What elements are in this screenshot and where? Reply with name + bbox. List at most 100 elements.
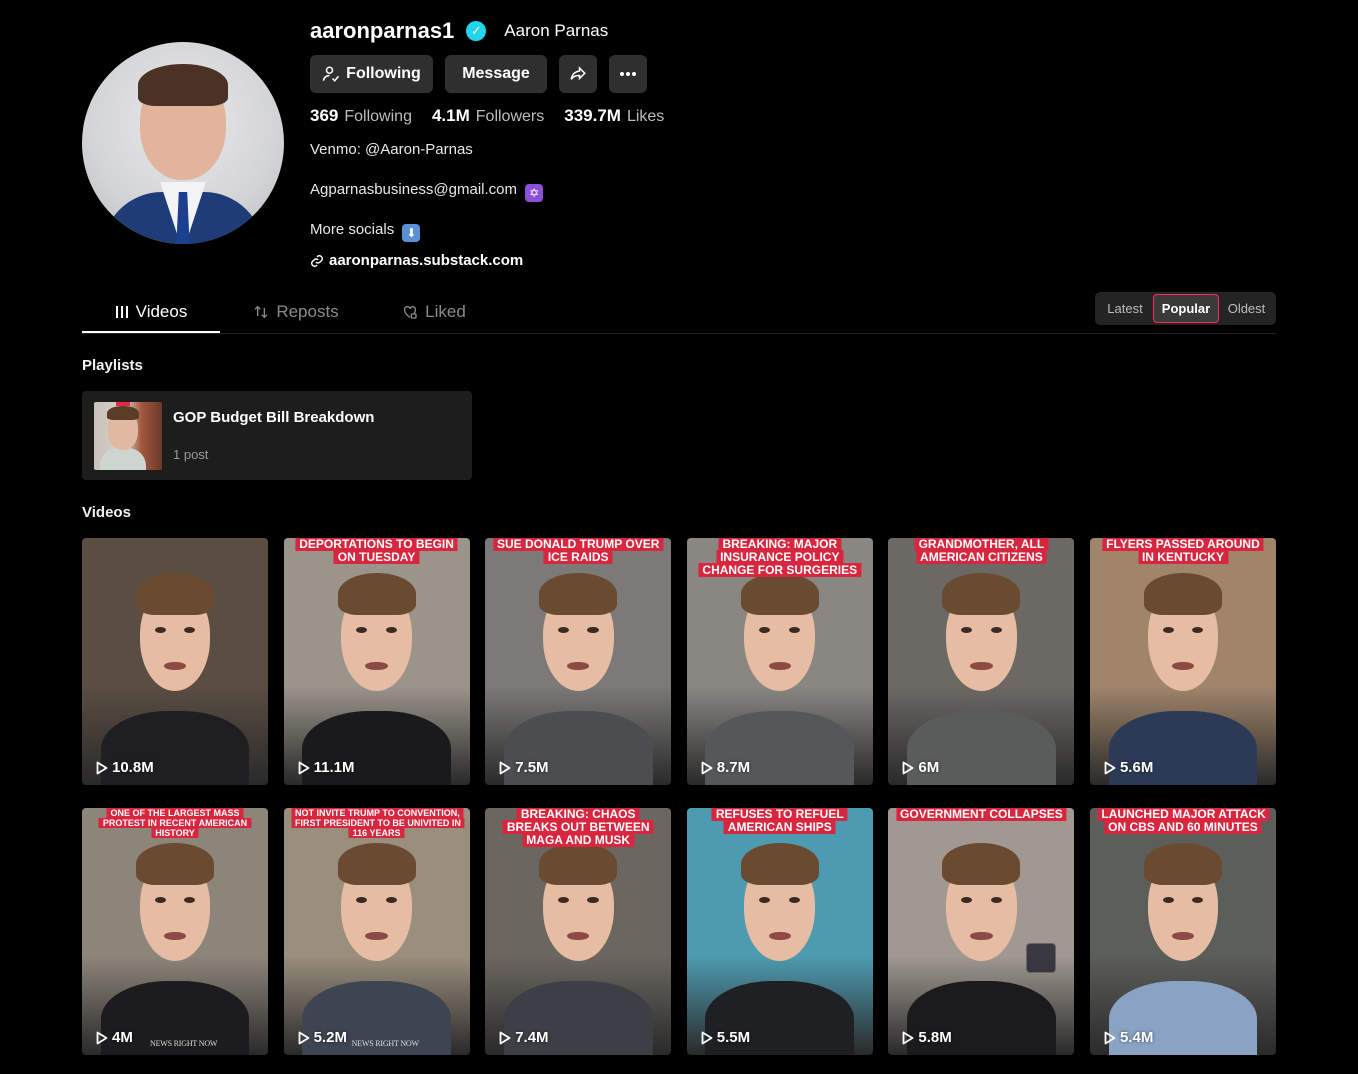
- play-icon: [499, 761, 511, 774]
- profile-link-text: aaronparnas.substack.com: [329, 252, 524, 269]
- followers-stat[interactable]: 4.1M Followers: [432, 106, 544, 126]
- following-stat[interactable]: 369 Following: [310, 106, 412, 126]
- video-watermark: NEWS RIGHT NOW: [351, 1039, 419, 1048]
- videos-heading: Videos: [82, 504, 131, 521]
- video-views: 7.5M: [499, 759, 549, 776]
- username: aaronparnas1: [310, 18, 455, 43]
- repost-icon: [254, 305, 268, 319]
- video-view-count: 4M: [112, 1029, 133, 1046]
- share-button[interactable]: [559, 55, 597, 93]
- tab-videos-label: Videos: [135, 301, 188, 321]
- overlay-badge-icon: [1026, 943, 1057, 973]
- video-views: 10.8M: [96, 759, 154, 776]
- down-arrow-icon: ⬇: [402, 224, 421, 242]
- sort-selector: Latest Popular Oldest: [1095, 292, 1276, 325]
- video-caption: LAUNCHED MAJOR ATTACK ON CBS AND 60 MINU…: [1097, 808, 1270, 834]
- followers-count: 4.1M: [431, 106, 470, 125]
- more-button[interactable]: [609, 55, 647, 93]
- playlist-count: 1 post: [173, 447, 209, 462]
- video-view-count: 5.5M: [716, 1029, 751, 1046]
- tab-reposts[interactable]: Reposts: [240, 292, 352, 332]
- video-caption: NOT INVITE TRUMP TO CONVENTION, FIRST PR…: [291, 808, 465, 838]
- video-card[interactable]: GOVERNMENT COLLAPSES 5.8M: [888, 808, 1075, 1055]
- likes-stat: 339.7M Likes: [564, 106, 664, 126]
- playlists-heading: Playlists: [82, 357, 143, 374]
- profile-name-row: aaronparnas1 ✓ Aaron Parnas: [310, 16, 608, 46]
- play-icon: [902, 1031, 914, 1044]
- video-card[interactable]: NOT INVITE TRUMP TO CONVENTION, FIRST PR…: [283, 808, 470, 1055]
- video-caption: SUE DONALD TRUMP OVER ICE RAIDS: [492, 538, 664, 564]
- video-watermark: NEWS RIGHT NOW: [150, 1039, 218, 1048]
- video-views: 4M: [96, 1029, 133, 1046]
- profile-actions: Following Message: [310, 55, 647, 93]
- video-caption: GOVERNMENT COLLAPSES: [896, 808, 1067, 821]
- video-view-count: 6M: [918, 759, 940, 776]
- grid-bars-icon: [115, 305, 128, 318]
- video-card[interactable]: REFUSES TO REFUEL AMERICAN SHIPS 5.5M: [686, 808, 873, 1055]
- likes-stat-label: Likes: [626, 108, 665, 125]
- video-views: 5.2M: [298, 1029, 347, 1046]
- sort-oldest[interactable]: Oldest: [1219, 294, 1274, 323]
- playlist-title: GOP Budget Bill Breakdown: [173, 409, 375, 426]
- sort-popular[interactable]: Popular: [1153, 294, 1219, 323]
- message-button[interactable]: Message: [445, 55, 547, 93]
- video-view-count: 5.4M: [1119, 1029, 1154, 1046]
- tab-liked-label: Liked: [425, 302, 466, 321]
- star-of-david-icon: ✡: [525, 184, 544, 202]
- video-view-count: 5.6M: [1119, 759, 1154, 776]
- video-views: 6M: [902, 759, 939, 776]
- video-view-count: 8.7M: [716, 759, 751, 776]
- video-view-count: 5.2M: [313, 1029, 347, 1046]
- video-views: 5.4M: [1104, 1029, 1153, 1046]
- link-icon: [311, 254, 323, 267]
- video-caption: ONE OF THE LARGEST MASS PROTEST IN RECEN…: [89, 808, 260, 838]
- video-card[interactable]: GRANDMOTHER, ALL AMERICAN CITIZENS 6M: [888, 538, 1075, 785]
- tab-liked[interactable]: Liked: [392, 292, 476, 332]
- play-icon: [298, 761, 309, 774]
- video-caption: GRANDMOTHER, ALL AMERICAN CITIZENS: [896, 538, 1067, 564]
- playlist-card[interactable]: GOP Budget Bill Breakdown 1 post: [82, 391, 472, 480]
- sort-latest[interactable]: Latest: [1097, 294, 1153, 323]
- bio-line: Venmo: @Aaron-Parnas: [310, 141, 473, 158]
- play-icon: [96, 1031, 108, 1044]
- video-card[interactable]: DEPORTATIONS TO BEGIN ON TUESDAY 11.1M: [283, 538, 470, 785]
- user-check-icon: [322, 66, 340, 82]
- video-view-count: 11.1M: [313, 759, 355, 776]
- video-views: 5.5M: [701, 1029, 750, 1046]
- video-card[interactable]: 10.8M: [82, 538, 268, 785]
- video-views: 7.4M: [499, 1029, 549, 1046]
- video-caption: BREAKING: CHAOS BREAKS OUT BETWEEN MAGA …: [493, 808, 664, 847]
- share-icon: [570, 66, 586, 81]
- video-card[interactable]: FLYERS PASSED AROUND IN KENTUCKY 5.6M: [1089, 538, 1276, 785]
- video-card[interactable]: LAUNCHED MAJOR ATTACK ON CBS AND 60 MINU…: [1089, 808, 1276, 1055]
- display-name: Aaron Parnas: [504, 21, 609, 40]
- video-view-count: 5.8M: [918, 1029, 952, 1046]
- more-icon: [620, 72, 636, 76]
- bio-socials-line: More socials ⬇: [310, 221, 421, 242]
- tab-videos[interactable]: Videos: [82, 292, 220, 333]
- video-card[interactable]: ONE OF THE LARGEST MASS PROTEST IN RECEN…: [82, 808, 268, 1055]
- bio-socials: More socials: [310, 221, 395, 238]
- video-card[interactable]: BREAKING: MAJOR INSURANCE POLICY CHANGE …: [686, 538, 873, 785]
- video-views: 8.7M: [701, 759, 750, 776]
- likes-count: 339.7M: [564, 106, 621, 125]
- heart-lock-icon: [404, 305, 417, 319]
- play-icon: [701, 761, 713, 774]
- following-stat-label: Following: [344, 108, 412, 125]
- video-caption: DEPORTATIONS TO BEGIN ON TUESDAY: [291, 538, 462, 564]
- following-button[interactable]: Following: [310, 55, 433, 93]
- play-icon: [1104, 1031, 1116, 1044]
- play-icon: [902, 761, 914, 774]
- video-view-count: 7.5M: [515, 759, 549, 776]
- message-button-label: Message: [462, 65, 530, 82]
- play-icon: [701, 1031, 713, 1044]
- video-view-count: 10.8M: [112, 759, 154, 776]
- profile-link[interactable]: aaronparnas.substack.com: [310, 252, 523, 269]
- video-card[interactable]: SUE DONALD TRUMP OVER ICE RAIDS 7.5M: [485, 538, 672, 785]
- video-grid: 10.8M DEPORTATIONS TO BEGIN ON TUESDAY 11.…: [82, 538, 1276, 1055]
- video-card[interactable]: BREAKING: CHAOS BREAKS OUT BETWEEN MAGA …: [485, 808, 672, 1055]
- video-caption: FLYERS PASSED AROUND IN KENTUCKY: [1097, 538, 1268, 564]
- bio-email-line: Agparnasbusiness@gmail.com ✡: [310, 181, 544, 202]
- play-icon: [499, 1031, 511, 1044]
- verified-badge-icon: ✓: [466, 21, 487, 41]
